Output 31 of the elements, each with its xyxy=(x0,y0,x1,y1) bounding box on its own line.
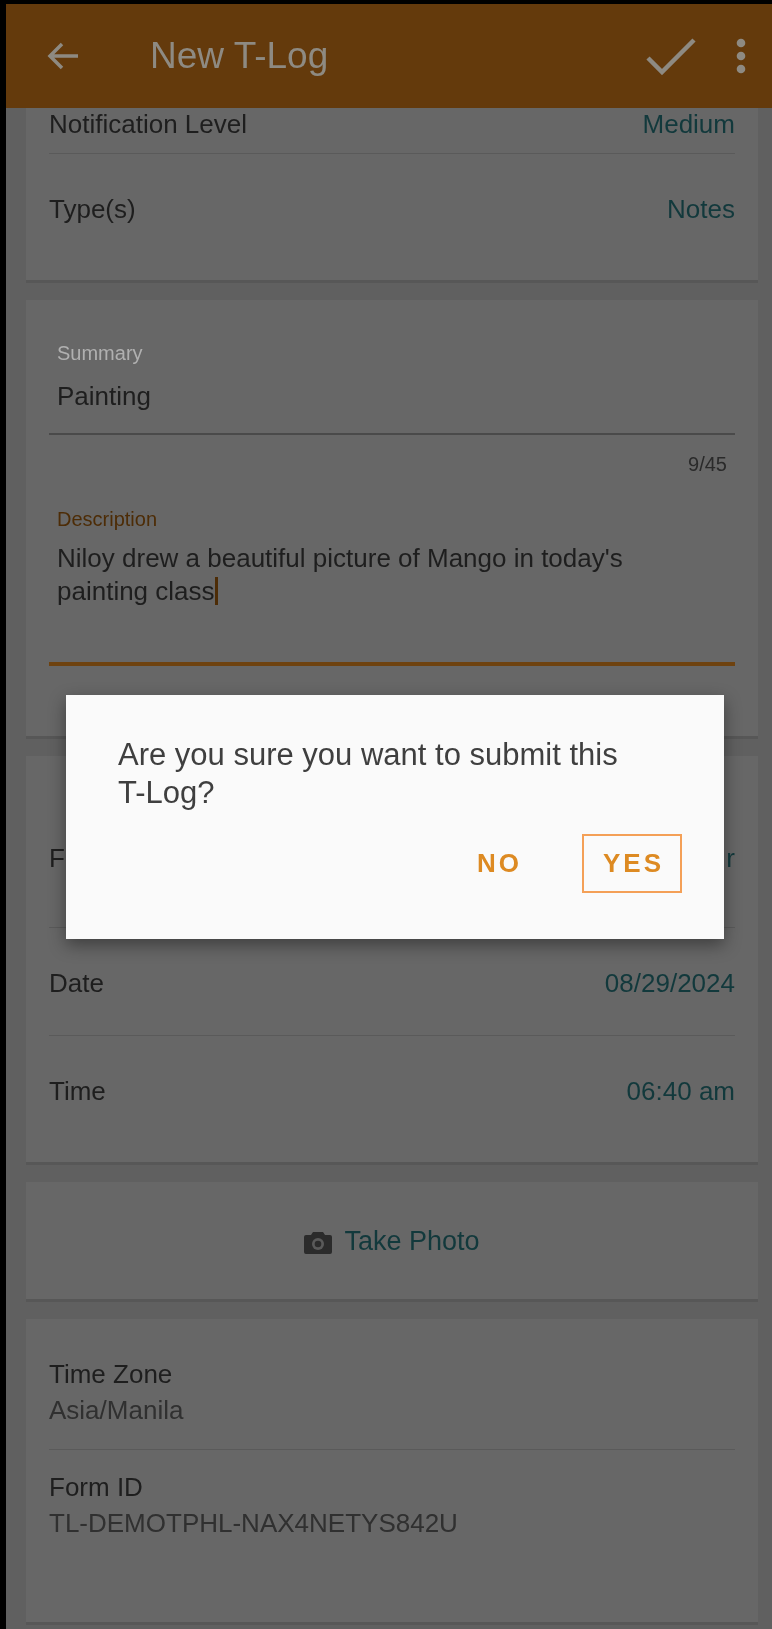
camera-icon[interactable] xyxy=(304,1229,333,1254)
field-value: TL-DEMOTPHL-NAX4NETYS842U xyxy=(49,1507,459,1540)
field-label: Date xyxy=(49,969,104,997)
field-label: Notification Level xyxy=(49,110,247,138)
field-value: Asia/Manila xyxy=(49,1394,185,1427)
field-label: Time Zone xyxy=(49,1358,174,1391)
dialog-message: Are you sure you want to submit this T-Log? xyxy=(118,736,619,812)
field-value: Niloy drew a beautiful picture of Mango in today's painting class xyxy=(57,542,624,608)
back-arrow-icon[interactable] xyxy=(46,41,80,71)
field-label: Form ID xyxy=(49,1471,144,1504)
text-cursor xyxy=(214,577,218,605)
field-value[interactable]: 06:40 am xyxy=(626,1077,735,1105)
screen-title: New T-Log xyxy=(150,35,330,77)
floating-label: Summary xyxy=(57,341,144,366)
field-label: F xyxy=(49,844,65,872)
field-value: Painting xyxy=(57,380,152,413)
dialog-button[interactable]: YES xyxy=(581,834,682,893)
take-photo-button[interactable]: Take Photo xyxy=(304,1226,480,1257)
floating-label: Description xyxy=(57,507,159,532)
field-value[interactable]: r xyxy=(726,844,735,872)
character-counter: 9/45 xyxy=(687,452,728,476)
more-options-icon[interactable] xyxy=(736,38,746,74)
text-field[interactable]: Description Niloy drew a beautiful picture of Mango in today's painting class xyxy=(49,506,735,666)
checkmark-icon[interactable] xyxy=(646,37,696,75)
field-label: Time xyxy=(49,1077,106,1105)
field-value[interactable]: 08/29/2024 xyxy=(604,969,735,997)
field-value[interactable]: Notes xyxy=(667,195,735,223)
field-label: Type(s) xyxy=(49,195,136,223)
text-field[interactable]: Summary Painting xyxy=(49,340,735,435)
field-value[interactable]: Medium xyxy=(642,110,735,138)
dialog-button[interactable]: NO xyxy=(455,834,540,893)
